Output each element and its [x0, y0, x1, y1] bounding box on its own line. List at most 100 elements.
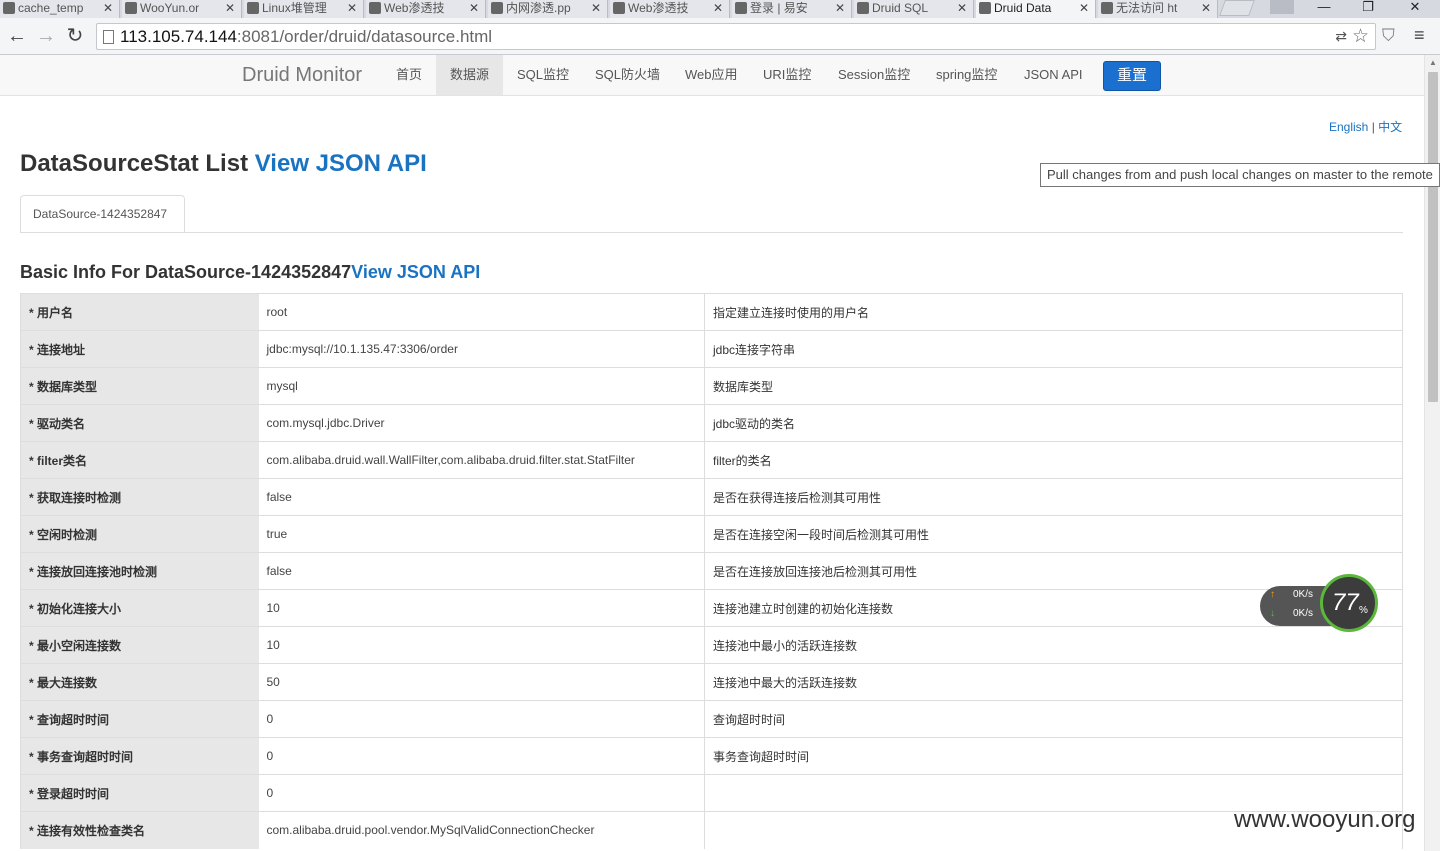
row-description: 是否在连接放回连接池后检测其可用性: [704, 552, 1403, 590]
nav-item[interactable]: URI监控: [749, 55, 825, 95]
datasource-tab[interactable]: DataSource-1424352847: [20, 195, 185, 233]
browser-tab-label: cache_temp: [18, 1, 84, 15]
row-value: 10: [258, 626, 705, 664]
row-description: jdbc连接字符串: [704, 330, 1403, 368]
table-row: * 初始化连接大小 10 连接池建立时创建的初始化连接数: [20, 589, 1403, 627]
github-icon: [3, 2, 15, 14]
row-key: * 登录超时时间: [20, 774, 259, 812]
browser-tab[interactable]: cache_temp ✕: [0, 0, 120, 18]
row-value: 0: [258, 700, 705, 738]
new-tab-button[interactable]: [1219, 0, 1255, 16]
section-view-json-api-link[interactable]: View JSON API: [351, 262, 480, 282]
browser-tab-label: 登录 | 易安: [750, 1, 808, 15]
download-speed: 0K/s: [1293, 608, 1314, 619]
row-description: 事务查询超时时间: [704, 737, 1403, 775]
browser-tab[interactable]: Druid Data ✕: [976, 0, 1096, 18]
nav-item[interactable]: 首页: [382, 55, 436, 95]
nav-item[interactable]: SQL监控: [503, 55, 583, 95]
url-path: :8081/order/druid/datasource.html: [236, 27, 493, 46]
basic-info-table: * 用户名 root 指定建立连接时使用的用户名 * 连接地址 jdbc:mysql:/…: [20, 293, 1403, 849]
shield-extension-icon[interactable]: ⛉: [1382, 26, 1395, 46]
nav-item[interactable]: Session监控: [824, 55, 924, 95]
lang-chinese-link[interactable]: 中文: [1378, 120, 1402, 134]
reload-button[interactable]: ↻: [64, 25, 86, 47]
tab-close-icon[interactable]: ✕: [835, 0, 845, 16]
user-profile-icon[interactable]: [1270, 0, 1294, 14]
nav-item[interactable]: Web应用: [671, 55, 752, 95]
browser-tab[interactable]: Web渗透技 ✕: [366, 0, 486, 18]
table-row: * 连接有效性检查类名 com.alibaba.druid.pool.vendor…: [20, 811, 1403, 849]
tab-close-icon[interactable]: ✕: [469, 0, 479, 16]
brand-title[interactable]: Druid Monitor: [242, 64, 362, 87]
bookmark-star-icon[interactable]: ☆: [1352, 25, 1369, 48]
section-title: Basic Info For DataSource-1424352847View…: [20, 262, 480, 283]
browser-tab-label: 无法访问 ht: [1116, 1, 1178, 15]
nav-item[interactable]: SQL防火墙: [581, 55, 674, 95]
table-row: * 用户名 root 指定建立连接时使用的用户名: [20, 293, 1403, 331]
row-value: 0: [258, 737, 705, 775]
tab-close-icon[interactable]: ✕: [347, 0, 357, 16]
reset-button[interactable]: 重置: [1103, 61, 1161, 91]
lang-english-link[interactable]: English: [1329, 120, 1368, 134]
forward-button[interactable]: →: [35, 25, 57, 47]
table-row: * 连接地址 jdbc:mysql://10.1.135.47:3306/orde…: [20, 330, 1403, 368]
translate-icon[interactable]: ⇄: [1335, 28, 1347, 45]
document-icon: [1101, 2, 1113, 14]
usage-percent: 77: [1332, 589, 1359, 616]
maximize-button[interactable]: ❐: [1348, 0, 1388, 18]
download-arrow-icon: ↓: [1270, 608, 1275, 619]
row-key: * 用户名: [20, 293, 259, 331]
browser-tab[interactable]: 登录 | 易安 ✕: [732, 0, 852, 18]
tab-close-icon[interactable]: ✕: [103, 0, 113, 16]
tab-close-icon[interactable]: ✕: [591, 0, 601, 16]
scroll-up-arrow-icon[interactable]: ▲: [1429, 58, 1437, 67]
browser-tab[interactable]: Druid SQL ✕: [854, 0, 974, 18]
cloud-icon: [491, 2, 503, 14]
nav-item[interactable]: 数据源: [436, 55, 504, 95]
address-bar[interactable]: 113.105.74.144:8081/order/druid/datasour…: [96, 23, 1376, 50]
row-key: * 驱动类名: [20, 404, 259, 442]
browser-tab[interactable]: 内网渗透.pp ✕: [488, 0, 608, 18]
tab-close-icon[interactable]: ✕: [1201, 0, 1211, 16]
slideshare-icon: [369, 2, 381, 14]
tab-close-icon[interactable]: ✕: [957, 0, 967, 16]
row-key: * 查询超时时间: [20, 700, 259, 738]
tab-close-icon[interactable]: ✕: [1079, 0, 1089, 16]
browser-tab-label: 内网渗透.pp: [506, 1, 571, 15]
usage-gauge[interactable]: 77 %: [1320, 574, 1378, 632]
tab-close-icon[interactable]: ✕: [713, 0, 723, 16]
page-icon: [735, 2, 747, 14]
browser-tab-strip: cache_temp ✕ WooYun.or ✕ Linux堆管理 ✕ Web渗透技 ✕ 内网渗…: [0, 0, 1440, 18]
row-value: false: [258, 552, 705, 590]
nav-item[interactable]: spring监控: [922, 55, 1011, 95]
nav-item[interactable]: JSON API: [1010, 55, 1097, 95]
watermark: www.wooyun.org: [1234, 806, 1416, 833]
table-row: * 事务查询超时时间 0 事务查询超时时间: [20, 737, 1403, 775]
browser-tab[interactable]: WooYun.or ✕: [122, 0, 242, 18]
row-key: * 连接放回连接池时检测: [20, 552, 259, 590]
back-button[interactable]: ←: [6, 25, 28, 47]
menu-icon[interactable]: ≡: [1414, 25, 1425, 46]
row-key: * filter类名: [20, 441, 259, 479]
row-description: jdbc驱动的类名: [704, 404, 1403, 442]
close-window-button[interactable]: ✕: [1395, 0, 1435, 18]
minimize-button[interactable]: —: [1304, 0, 1344, 18]
tab-divider: [20, 232, 1403, 233]
browser-tab-label: Linux堆管理: [262, 1, 327, 15]
url-text[interactable]: 113.105.74.144:8081/order/druid/datasour…: [120, 27, 492, 47]
table-row: * 连接放回连接池时检测 false 是否在连接放回连接池后检测其可用性: [20, 552, 1403, 590]
tab-close-icon[interactable]: ✕: [225, 0, 235, 16]
row-description: 数据库类型: [704, 367, 1403, 405]
view-json-api-link[interactable]: View JSON API: [255, 150, 427, 177]
browser-tab-label: Druid SQL: [872, 1, 929, 15]
tooltip: Pull changes from and push local changes…: [1040, 163, 1440, 187]
row-description: 是否在获得连接后检测其可用性: [704, 478, 1403, 516]
page-icon: [103, 30, 114, 44]
row-value: false: [258, 478, 705, 516]
browser-tab[interactable]: Web渗透技 ✕: [610, 0, 730, 18]
browser-tab[interactable]: Linux堆管理 ✕: [244, 0, 364, 18]
table-row: * 驱动类名 com.mysql.jdbc.Driver jdbc驱动的类名: [20, 404, 1403, 442]
browser-tab[interactable]: 无法访问 ht ✕: [1098, 0, 1218, 18]
scrollbar-thumb[interactable]: [1428, 72, 1438, 402]
row-key: * 事务查询超时时间: [20, 737, 259, 775]
